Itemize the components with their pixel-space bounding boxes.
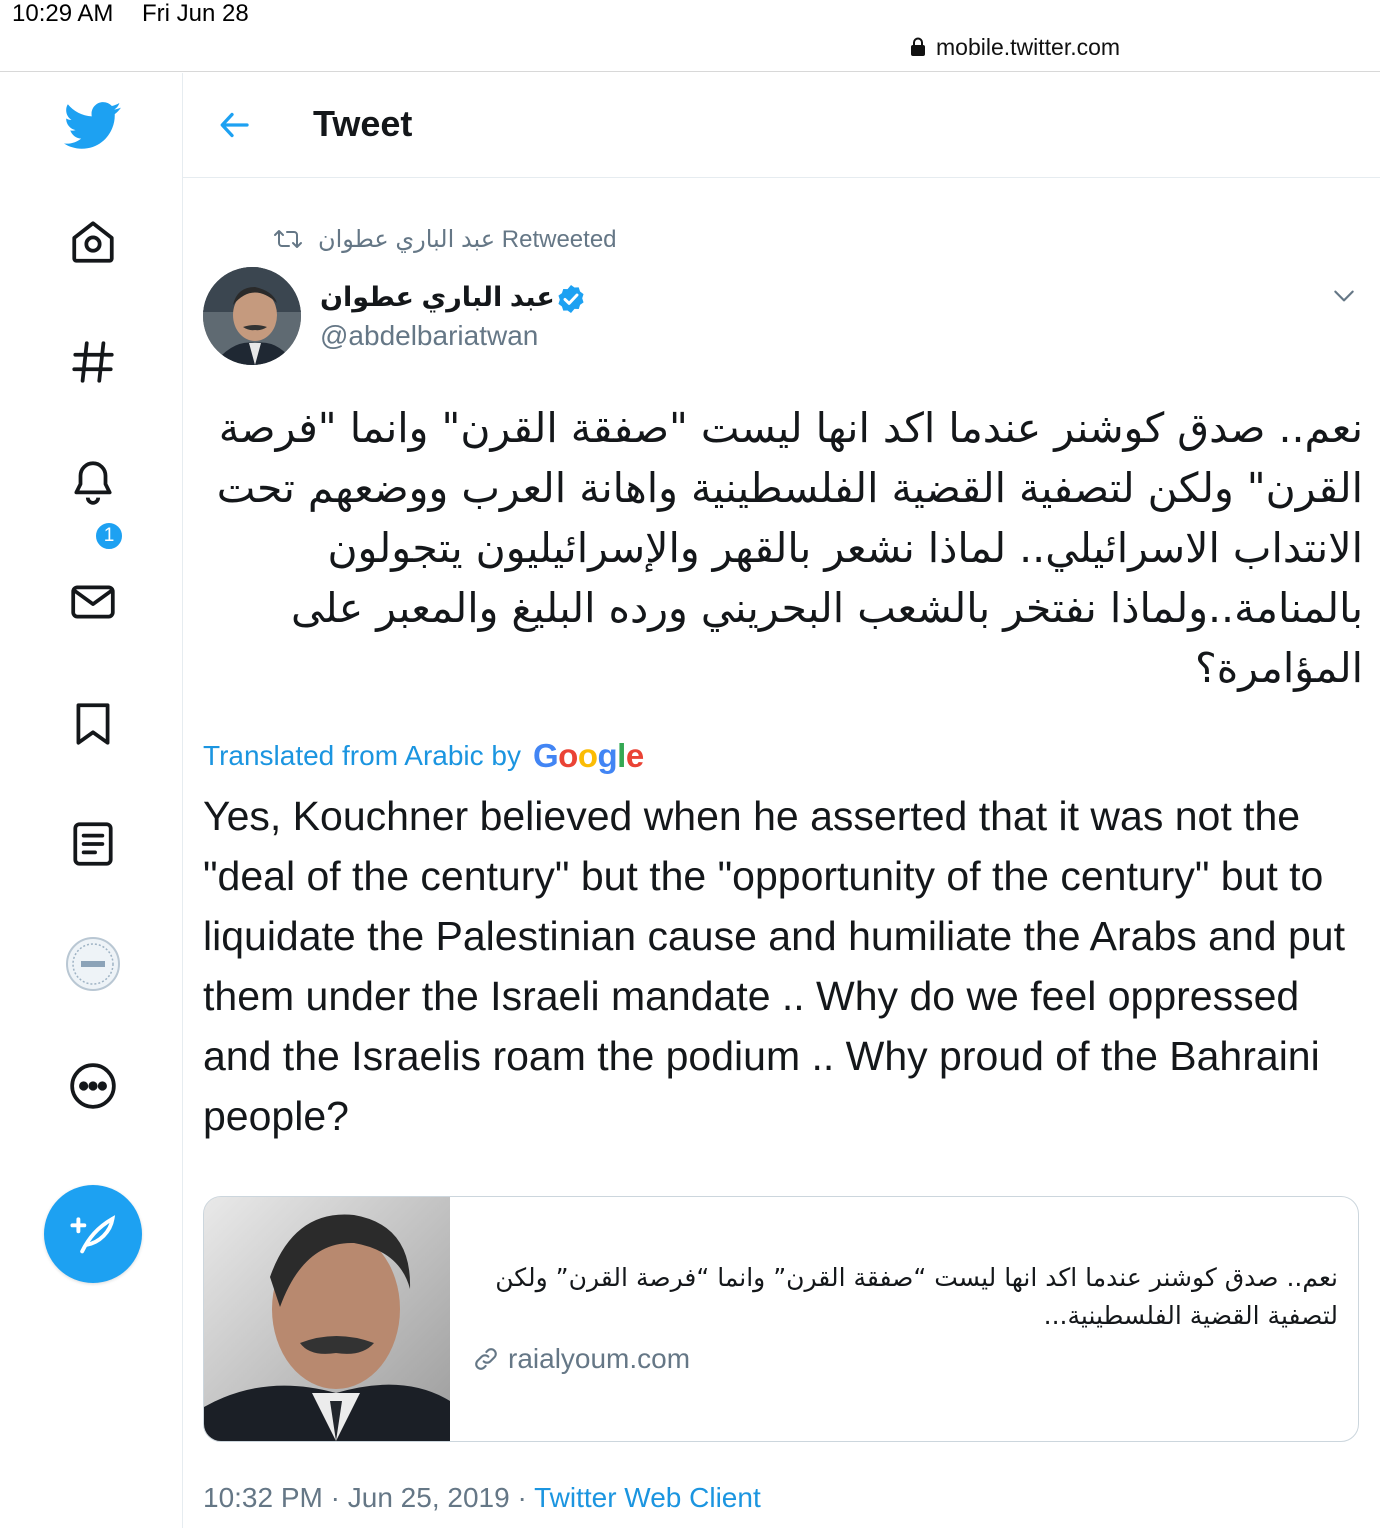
- compose-tweet-button[interactable]: [44, 1185, 142, 1283]
- feather-plus-icon: [70, 1215, 116, 1254]
- card-thumbnail: [204, 1197, 450, 1441]
- google-logo: Google: [532, 737, 644, 774]
- status-date: Fri Jun 28: [142, 0, 249, 27]
- meta-separator: ·: [509, 1482, 535, 1513]
- more-icon[interactable]: [62, 1055, 124, 1117]
- card-description: نعم.. صدق كوشنر عندما اكد انها ليست “صفق…: [495, 1263, 1338, 1330]
- retweet-icon: [274, 230, 302, 248]
- profile-avatar[interactable]: [62, 933, 124, 995]
- tweet-text-translation: Yes, Kouchner believed when he asserted …: [203, 793, 1345, 1139]
- meta-separator: ·: [322, 1482, 348, 1513]
- messages-envelope-icon[interactable]: [62, 571, 124, 633]
- back-button[interactable]: [213, 103, 257, 147]
- bookmarks-icon[interactable]: [62, 693, 124, 755]
- home-icon[interactable]: [62, 211, 124, 273]
- browser-status-bar: 10:29 AM Fri Jun 28 mobile.twitter.com: [0, 0, 1380, 72]
- url-bar[interactable]: mobile.twitter.com: [910, 32, 1120, 62]
- twitter-logo-icon[interactable]: [62, 95, 124, 157]
- translated-label: Translated from Arabic by: [203, 740, 521, 771]
- page-title: Tweet: [313, 103, 413, 144]
- page-header: Tweet: [183, 73, 1380, 178]
- author-handle[interactable]: @abdelbariatwan: [320, 320, 538, 352]
- notification-count-badge: 1: [94, 521, 124, 551]
- translation-attribution[interactable]: Translated from Arabic by Google: [203, 736, 644, 776]
- link-preview-card[interactable]: نعم.. صدق كوشنر عندما اكد انها ليست “صفق…: [203, 1196, 1359, 1442]
- retweet-context[interactable]: عبد الباري عطوان Retweeted: [272, 222, 617, 256]
- arrow-left-icon: [220, 112, 249, 138]
- chevron-down-icon: [1334, 290, 1354, 302]
- link-icon: [475, 1348, 497, 1370]
- tweet-text-arabic: نعم.. صدق كوشنر عندما اكد انها ليست "صفق…: [216, 404, 1363, 692]
- status-time: 10:29 AM: [12, 0, 114, 27]
- card-domain: raialyoum.com: [472, 1341, 690, 1377]
- tweet-date: Jun 25, 2019: [347, 1482, 510, 1513]
- explore-hashtag-icon[interactable]: [62, 331, 124, 393]
- author-avatar[interactable]: [203, 267, 301, 365]
- tweet-time: 10:32 PM: [203, 1482, 323, 1513]
- notifications-bell-icon[interactable]: [62, 451, 124, 513]
- tweet-metadata: 10:32 PM · Jun 25, 2019 · Twitter Web Cl…: [203, 1482, 761, 1514]
- sidebar-nav: 1: [0, 73, 183, 1528]
- verified-badge-icon: [558, 285, 584, 313]
- author-name[interactable]: عبد الباري عطوان: [320, 282, 555, 313]
- tweet-source-link[interactable]: Twitter Web Client: [534, 1482, 761, 1513]
- url-text: mobile.twitter.com: [936, 33, 1121, 60]
- tweet-options-button[interactable]: [1328, 280, 1360, 312]
- retweeted-by-text: عبد الباري عطوان Retweeted: [318, 225, 617, 253]
- lists-icon[interactable]: [62, 813, 124, 875]
- card-domain-text: raialyoum.com: [508, 1343, 691, 1374]
- lock-icon: [911, 37, 925, 56]
